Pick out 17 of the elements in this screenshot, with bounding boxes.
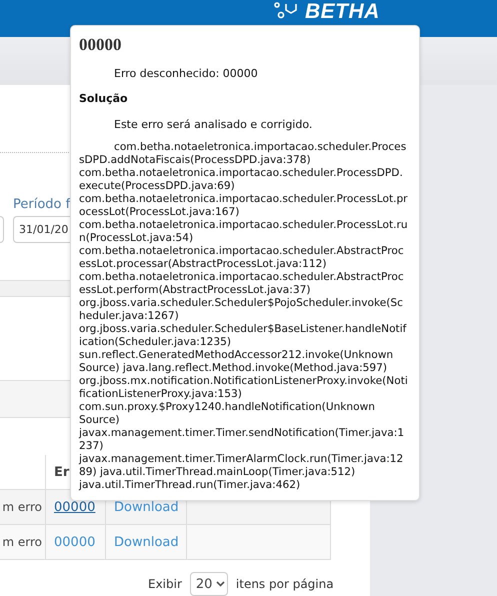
error-title: 00000: [79, 35, 122, 55]
download-link[interactable]: Download: [114, 534, 179, 550]
page-size-select[interactable]: 20: [190, 572, 228, 596]
error-message: Erro desconhecido: 00000: [114, 67, 259, 80]
error-code-link[interactable]: 00000: [54, 500, 96, 514]
download-link[interactable]: Download: [114, 500, 179, 514]
field-label: Período f: [13, 197, 71, 212]
solution-heading: Solução: [79, 92, 129, 105]
show-label: Exibir: [148, 577, 182, 591]
solution-text: Este erro será analisado e corrigido.: [114, 118, 314, 131]
table-cell: m erro: [0, 490, 45, 525]
per-page-label: itens por página: [236, 577, 334, 591]
input-field[interactable]: [0, 216, 4, 243]
chevron-icon: [216, 581, 226, 587]
table-cell: m erro: [0, 525, 45, 560]
error-code-link[interactable]: 00000: [54, 534, 96, 550]
logo-text: BETHA: [305, 0, 380, 24]
